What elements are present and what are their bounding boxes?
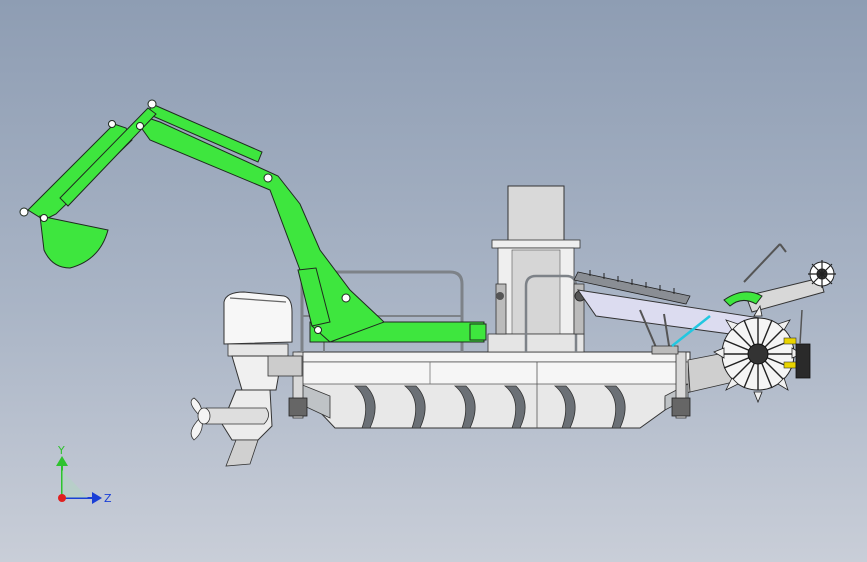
deck-slab (297, 351, 691, 363)
green-hood (723, 291, 763, 307)
outboard-motor (190, 291, 303, 467)
y-axis-label: Y (57, 444, 65, 457)
propeller (190, 397, 211, 441)
stick (27, 123, 133, 221)
top-sprocket (808, 260, 836, 288)
z-axis-label: Z (104, 492, 112, 505)
tower-top-box (507, 185, 565, 245)
bucket (39, 215, 109, 269)
cutter-wheel (713, 304, 803, 404)
cutter-head (713, 243, 836, 404)
amphibious-excavator-drawing[interactable]: Y Z (0, 0, 867, 562)
coordinate-triad-icon: Y Z (56, 444, 112, 505)
excavator-arm (27, 103, 385, 343)
screw-pontoon (288, 351, 691, 429)
cad-viewport[interactable]: Y Z (0, 0, 867, 562)
